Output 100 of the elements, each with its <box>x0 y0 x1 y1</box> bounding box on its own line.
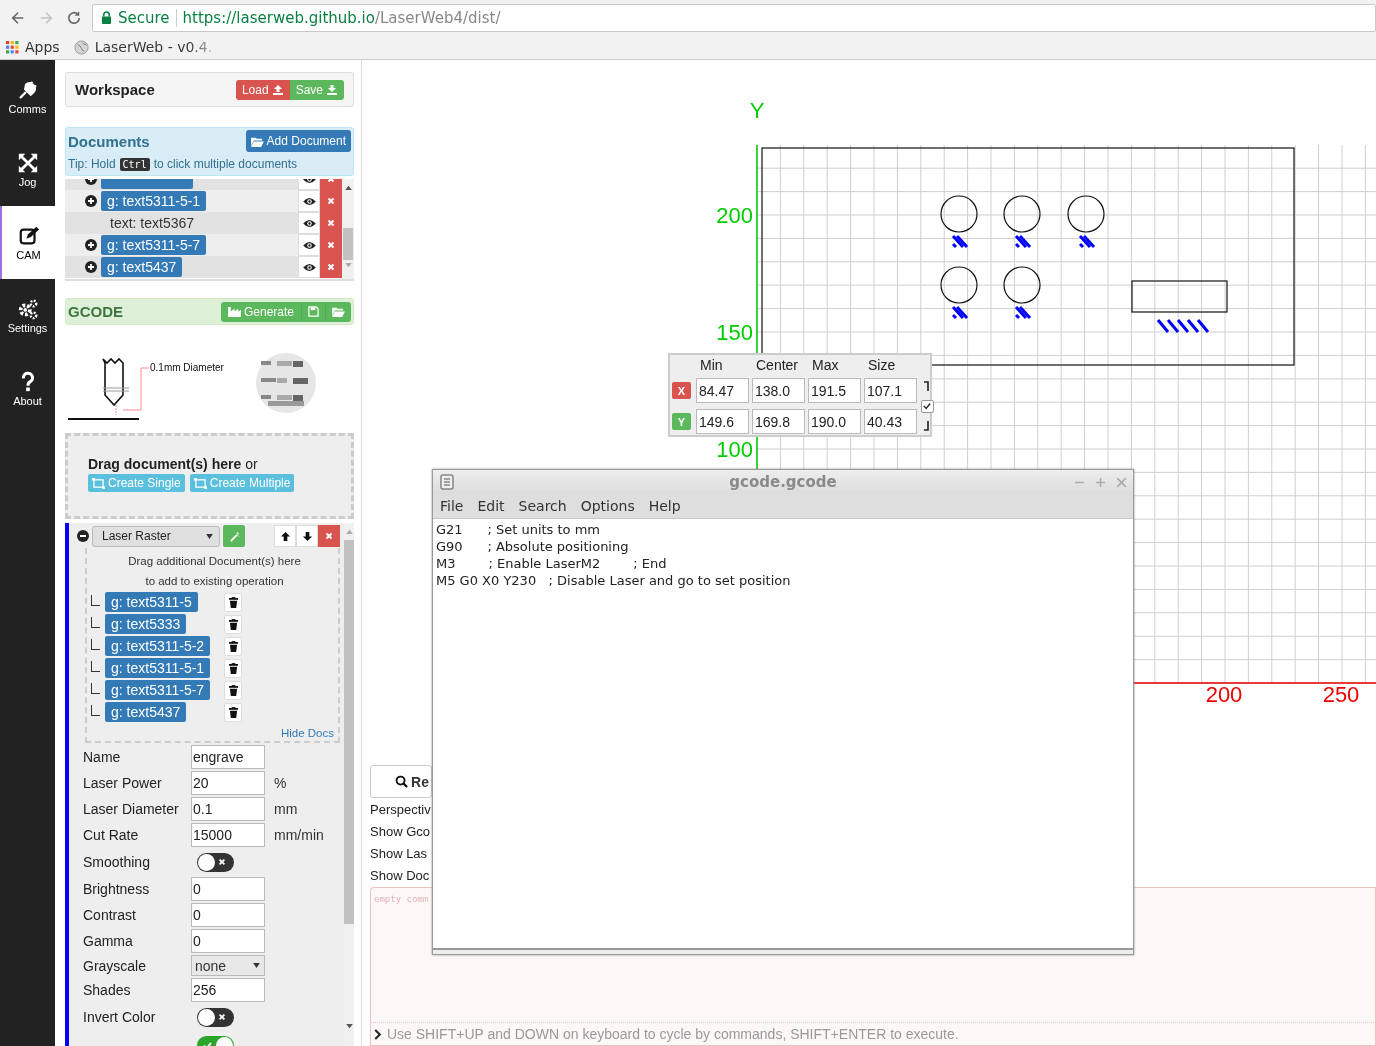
document-tag[interactable]: g: text5311-5-7 <box>105 680 211 700</box>
trash-icon <box>228 596 238 608</box>
trash-icon <box>228 618 238 630</box>
tick-label: 200 <box>716 202 753 228</box>
delete-button[interactable] <box>224 680 242 700</box>
document-tag[interactable]: g: text5333 <box>105 614 187 634</box>
open-folder-button[interactable] <box>325 301 351 322</box>
field-label: Laser Power <box>83 775 163 791</box>
axis-label: Y <box>749 97 765 123</box>
delete-button[interactable] <box>224 658 242 678</box>
circle-shape <box>1003 266 1041 304</box>
text-field[interactable]: 0 <box>191 877 265 901</box>
document-tag[interactable]: g: text5437 <box>105 702 187 722</box>
wand-button[interactable] <box>223 525 245 547</box>
close-icon <box>218 1012 226 1021</box>
move-up-button[interactable] <box>274 525 296 547</box>
text-field[interactable]: 20 <box>191 771 265 795</box>
text-field[interactable]: 256 <box>191 978 265 1002</box>
globe-icon <box>73 39 89 55</box>
bookmark-link[interactable]: Apps <box>6 39 60 55</box>
toggle-switch[interactable] <box>197 852 234 872</box>
field-label: Invert Color <box>83 1009 157 1025</box>
load-button[interactable]: Load <box>235 79 290 100</box>
menu-item[interactable]: Options <box>580 498 635 514</box>
document-tag[interactable]: g: text5311-5-7 <box>101 235 207 255</box>
plug-icon <box>16 78 39 101</box>
document-tag[interactable]: g: text5311-5-1 <box>105 658 211 678</box>
operation-type-select[interactable]: Laser Raster <box>92 525 220 547</box>
save-gcode-button[interactable] <box>301 301 325 322</box>
expand-plus-icon <box>85 239 97 251</box>
delete-button[interactable] <box>224 614 242 634</box>
sidebar-tab[interactable]: About <box>0 352 55 425</box>
console-hint: Use SHIFT+UP and DOWN on keyboard to cycle by commands, SHIFT+ENTER to execute. <box>387 1026 959 1042</box>
axis-badge: Y <box>672 413 691 430</box>
search-icon <box>395 775 409 788</box>
folder-icon <box>332 306 345 317</box>
visibility-button[interactable] <box>298 234 320 256</box>
sidebar-tab[interactable]: Settings <box>0 279 55 352</box>
address-bar[interactable]: Secure https://laserweb.github.io/LaserWeb4/dist/ <box>92 3 1376 32</box>
close-icon <box>1116 476 1127 488</box>
add-document-button[interactable]: Add Document <box>245 130 351 152</box>
gears-icon <box>16 297 39 320</box>
key-label: Ctrl <box>119 157 150 171</box>
move-down-button[interactable] <box>296 525 318 547</box>
column-header: Max <box>812 357 839 373</box>
delete-button[interactable] <box>224 702 242 722</box>
menu-item[interactable]: Help <box>648 498 681 514</box>
laser-head-drawing <box>102 357 130 416</box>
text-field[interactable]: 0 <box>191 929 265 953</box>
menu-item[interactable]: File <box>440 498 464 514</box>
document-tag[interactable]: g: text5311-5 <box>105 592 198 612</box>
delete-button[interactable] <box>224 636 242 656</box>
value-field[interactable]: 169.8 <box>752 409 805 434</box>
visibility-button[interactable] <box>298 256 320 278</box>
toggle-switch[interactable] <box>197 1007 234 1027</box>
menu-item[interactable]: Search <box>518 498 567 514</box>
value-field[interactable]: 84.47 <box>696 378 749 403</box>
selection-icon <box>193 477 207 489</box>
scrollbar[interactable] <box>342 179 354 279</box>
value-field[interactable]: 149.6 <box>696 409 749 434</box>
menu-item[interactable]: Edit <box>477 498 505 514</box>
hatch-mark <box>1014 306 1032 320</box>
text-field[interactable]: 0.1 <box>191 797 265 821</box>
delete-button[interactable] <box>224 592 242 612</box>
hatch-mark <box>951 306 969 320</box>
sidebar-tab[interactable]: CAM <box>0 206 55 279</box>
panel-title: GCODE <box>68 303 123 320</box>
tip-text: to click multiple documents <box>153 157 298 171</box>
value-field[interactable]: 190.0 <box>808 409 861 434</box>
value-field[interactable]: 40.43 <box>864 409 917 434</box>
value-field[interactable]: 191.5 <box>808 378 861 403</box>
trash-icon <box>228 640 238 652</box>
document-tag[interactable]: g: text5311-5-2 <box>105 636 211 656</box>
select-field[interactable]: none <box>191 955 265 976</box>
text-field[interactable]: 15000 <box>191 823 265 847</box>
tick-label: 200 <box>1205 681 1243 707</box>
link-checkbox[interactable] <box>920 399 934 413</box>
circle-shape <box>940 195 978 233</box>
reset-view-button[interactable]: Re <box>370 765 432 798</box>
value-field[interactable]: 138.0 <box>752 378 805 403</box>
wand-icon <box>228 530 240 542</box>
hatch-mark <box>1014 235 1032 249</box>
scroll-down-icon <box>344 263 352 268</box>
sidebar-tab[interactable]: Jog <box>0 133 55 206</box>
text-area[interactable]: G21 ; Set units to mm G90 ; Absolute positioning M3 ; Enable LaserM2 ; End M5 G0 X0 Y230 ; Disable Laser and go to set position <box>433 519 1133 948</box>
document-tag[interactable]: g: text5437 <box>101 257 183 277</box>
eye-icon <box>302 218 316 228</box>
sidebar-tab[interactable]: Comms <box>0 60 55 133</box>
text-field[interactable]: 0 <box>191 903 265 927</box>
visibility-button[interactable] <box>298 190 320 212</box>
apps-grid-icon <box>6 40 19 54</box>
eye-icon <box>302 196 316 206</box>
document-tag[interactable]: g: text5311-5-1 <box>101 191 207 211</box>
close-button[interactable] <box>1116 476 1127 488</box>
maximize-button[interactable] <box>1095 476 1106 488</box>
text-field[interactable]: engrave <box>191 745 265 769</box>
hide-docs-link[interactable]: Hide Docs <box>280 727 334 739</box>
value-field[interactable]: 107.1 <box>864 378 917 403</box>
visibility-button[interactable] <box>298 212 320 234</box>
selection-icon <box>92 477 105 489</box>
